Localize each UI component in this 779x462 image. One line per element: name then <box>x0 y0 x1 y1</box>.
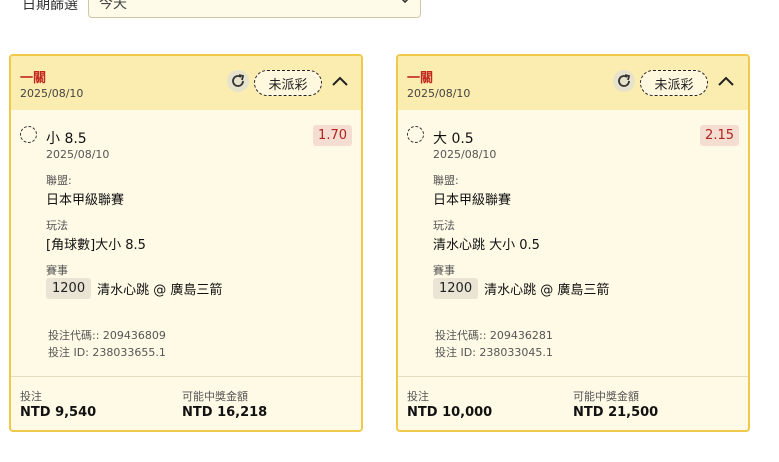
match-id: 1200 <box>46 278 92 299</box>
chevron-up-icon[interactable] <box>330 72 350 92</box>
bet-card-header[interactable]: 一關 2025/08/10 未派彩 <box>398 56 748 110</box>
payout-label: 可能中獎金額 <box>573 390 639 403</box>
bet-id: 投注 ID: 238033045.1 <box>435 346 553 359</box>
date-filter: 日期篩選 今天 <box>22 0 421 20</box>
selection-date: 2025/08/10 <box>433 148 497 161</box>
selection-date: 2025/08/10 <box>46 148 110 161</box>
market-value: 清水心跳 大小 0.5 <box>433 238 540 253</box>
league-label: 聯盟: <box>433 174 459 187</box>
match-name: 清水心跳 @ 廣島三箭 <box>484 283 610 298</box>
payout-label: 可能中獎金額 <box>182 390 248 403</box>
payout-value: NTD 21,500 <box>573 405 659 420</box>
event-row: 1200 清水心跳 @ 廣島三箭 <box>46 278 222 299</box>
refresh-button[interactable] <box>613 70 635 92</box>
league-value: 日本甲級聯賽 <box>46 193 125 208</box>
event-label: 賽事 <box>46 264 68 277</box>
bet-stage: 一關 <box>20 71 47 86</box>
bet-card-header[interactable]: 一關 2025/08/10 未派彩 <box>11 56 361 110</box>
date-filter-select[interactable]: 今天 <box>88 0 421 18</box>
bet-date: 2025/08/10 <box>20 87 84 100</box>
payout-value: NTD 16,218 <box>182 405 268 420</box>
selection-radio[interactable] <box>20 126 37 143</box>
league-value: 日本甲級聯賽 <box>433 193 512 208</box>
stake-label: 投注 <box>20 390 42 403</box>
chevron-up-icon[interactable] <box>716 72 736 92</box>
market-label: 玩法 <box>46 219 68 232</box>
divider <box>11 376 361 377</box>
refresh-icon <box>618 74 631 87</box>
date-filter-value: 今天 <box>99 0 127 12</box>
status-badge: 未派彩 <box>640 70 708 96</box>
stake-value: NTD 10,000 <box>407 405 493 420</box>
refresh-icon <box>232 74 245 87</box>
stake-label: 投注 <box>407 390 429 403</box>
league-label: 聯盟: <box>46 174 72 187</box>
bet-date: 2025/08/10 <box>407 87 471 100</box>
market-value: [角球數]大小 8.5 <box>46 238 146 253</box>
event-row: 1200 清水心跳 @ 廣島三箭 <box>433 278 609 299</box>
bet-card: 一關 2025/08/10 未派彩 大 0.5 2.15 2025/08/10 … <box>396 54 750 432</box>
divider <box>398 376 748 377</box>
bet-id: 投注 ID: 238033655.1 <box>48 346 166 359</box>
match-name: 清水心跳 @ 廣島三箭 <box>97 283 223 298</box>
selection-name: 大 0.5 <box>433 131 474 147</box>
date-filter-label: 日期篩選 <box>22 0 78 13</box>
chevron-down-icon <box>401 0 409 4</box>
status-badge: 未派彩 <box>254 70 322 96</box>
odds-badge: 2.15 <box>700 125 739 146</box>
bet-code: 投注代碼:: 209436809 <box>48 329 166 342</box>
bet-card: 一關 2025/08/10 未派彩 小 8.5 1.70 2025/08/10 … <box>9 54 363 432</box>
odds-badge: 1.70 <box>313 125 352 146</box>
bet-code: 投注代碼:: 209436281 <box>435 329 553 342</box>
event-label: 賽事 <box>433 264 455 277</box>
refresh-button[interactable] <box>227 70 249 92</box>
selection-radio[interactable] <box>407 126 424 143</box>
match-id: 1200 <box>433 278 479 299</box>
market-label: 玩法 <box>433 219 455 232</box>
bet-stage: 一關 <box>407 71 434 86</box>
stake-value: NTD 9,540 <box>20 405 97 420</box>
selection-name: 小 8.5 <box>46 131 87 147</box>
